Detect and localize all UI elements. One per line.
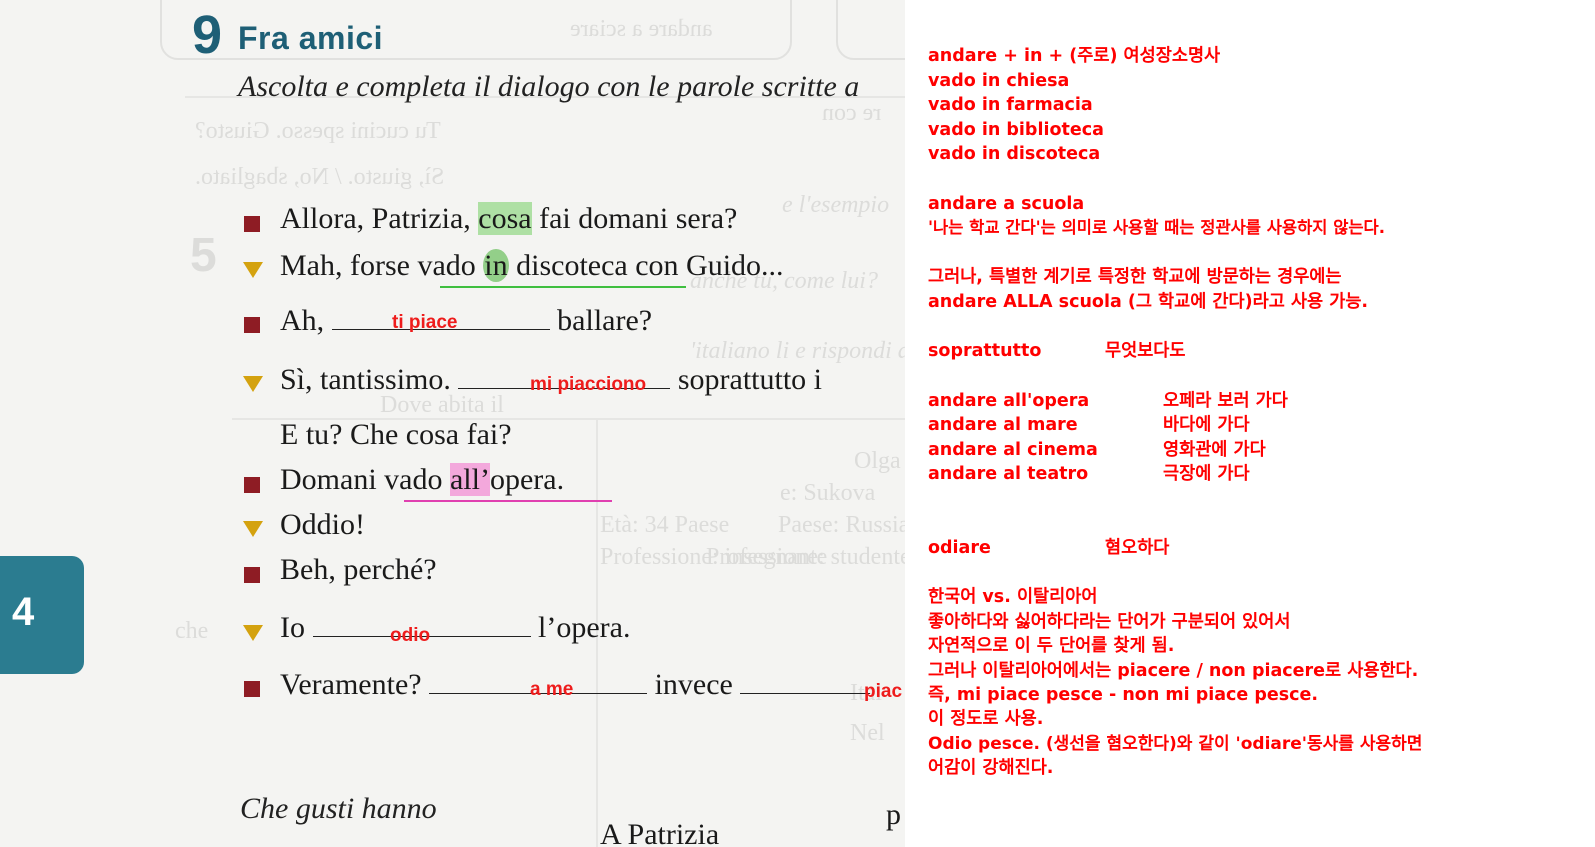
ghost-text: 'italiano li e rispondi alle domande (690, 338, 905, 364)
vocab-definition: 혐오하다 (1105, 538, 1170, 558)
ghost-text: Professione: insegnante (600, 544, 828, 570)
speaker-b-marker (243, 625, 263, 641)
note-line: vado in farmacia (928, 95, 1093, 115)
speaker-a-marker (244, 216, 260, 232)
vocab-definition: 극장에 가다 (1163, 464, 1250, 484)
vocab-term: odiare (928, 538, 991, 558)
speaker-a-marker (244, 567, 260, 583)
vocab-definition: 오페라 보러 가다 (1163, 391, 1288, 411)
note-line: andare a scuola (928, 194, 1085, 214)
vocab-definition: 무엇보다도 (1105, 341, 1186, 361)
ghost-text: che (175, 618, 209, 644)
note-line: andare + in + (주로) 여성장소명사 (928, 46, 1221, 66)
vocab-term: soprattutto (928, 341, 1042, 361)
highlight-all: all’ (449, 463, 490, 496)
dialogue-line: E tu? Che cosa fai? (280, 418, 512, 451)
unit-tab: 4 (0, 556, 84, 674)
speaker-b-marker (243, 376, 263, 392)
section-heading: Che gusti hanno (240, 792, 437, 825)
ghost-text: 5 (190, 229, 217, 282)
answer-mi-piacciono: mi piacciono (530, 374, 647, 395)
exercise-title: Fra amici (238, 20, 384, 56)
notes-panel: andare + in + (주로) 여성장소명사 vado in chiesa… (905, 0, 1595, 847)
note-line: vado in chiesa (928, 71, 1070, 91)
fill-blank (740, 668, 871, 694)
dialogue-line: Io l’opera. (280, 611, 631, 644)
vocab-term: andare al cinema (928, 440, 1098, 460)
exercise-number: 9 (192, 5, 223, 65)
note-line: vado in biblioteca (928, 120, 1104, 140)
dialogue-line: Ah, ballare? (280, 304, 653, 337)
note-line: 좋아하다와 싫어하다라는 단어가 구분되어 있어서 (928, 612, 1291, 632)
note-line: 어감이 강해진다. (928, 758, 1054, 778)
answer-piac: piac (864, 681, 903, 702)
vocab-term: andare al teatro (928, 464, 1089, 484)
vocab-definition: 영화관에 가다 (1163, 440, 1266, 460)
ghost-text: Nel (850, 720, 885, 746)
speaker-a-marker (244, 317, 260, 333)
ghost-text: Sì, giusto. / No, sbagliato. (195, 164, 445, 190)
dialogue-line: Beh, perché? (280, 553, 437, 586)
ghost-text: e: Sukova (780, 480, 876, 506)
note-line: '나는 학교 간다'는 의미로 사용할 때는 정관사를 사용하지 않는다. (928, 218, 1386, 237)
dialogue-line: Domani vado all’opera. (280, 463, 565, 496)
answer-ti-piace: ti piace (392, 312, 458, 333)
note-line: vado in discoteca (928, 144, 1101, 164)
speaker-a-marker (244, 477, 260, 493)
speaker-a-marker (244, 681, 260, 697)
ghost-text: Età: 34 Paese (600, 512, 730, 538)
highlight-cosa: cosa (478, 202, 532, 235)
underline-vado-all-opera (404, 500, 612, 502)
vocab-term: andare all'opera (928, 391, 1090, 411)
dialogue-line: Mah, forse vado in discoteca con Guido..… (280, 249, 784, 282)
ghost-text: e l'esempio (782, 192, 890, 218)
dialogue-line: Veramente? invece (280, 668, 871, 702)
underline-vado-in-discoteca (440, 286, 686, 288)
note-line: 그러나 이탈리아어에서는 piacere / non piacere로 사용한다… (928, 661, 1419, 681)
footer-text: A Patrizia (600, 818, 720, 847)
speaker-b-marker (243, 262, 263, 278)
ghost-text: Paese: Russia (778, 512, 905, 538)
note-line: 한국어 vs. 이탈리아어 (928, 587, 1098, 607)
answer-a-me: a me (530, 679, 574, 700)
note-line: 그러나, 특별한 계기로 특정한 학교에 방문하는 경우에는 (928, 267, 1342, 287)
note-line: 이 정도로 사용. (928, 709, 1044, 729)
answer-odio: odio (390, 625, 431, 646)
textbook-page: andare a sciare Tu cucini spesso. Giusto… (0, 0, 905, 847)
note-line: Odio pesce. (생선을 혐오한다)와 같이 'odiare'동사를 사… (928, 734, 1423, 754)
ghost-box-right (836, 0, 905, 60)
footer-text: p (886, 798, 901, 831)
ghost-text: Tu cucini spesso. Giusto? (195, 118, 441, 144)
speaker-b-marker (243, 521, 263, 537)
ghost-text: Olga (854, 448, 901, 474)
ghost-text: re con (822, 100, 882, 126)
note-line: 자연적으로 이 두 단어를 찾게 됨. (928, 636, 1175, 656)
exercise-instruction: Ascolta e completa il dialogo con le par… (238, 70, 860, 103)
highlight-in: in (483, 249, 509, 282)
dialogue-line: Allora, Patrizia, cosa fai domani sera? (280, 202, 738, 235)
vocab-term: andare al mare (928, 415, 1078, 435)
dialogue-line: Oddio! (280, 508, 365, 541)
unit-number: 4 (12, 590, 35, 634)
note-line: andare ALLA scuola (그 학교에 간다)라고 사용 가능. (928, 292, 1369, 312)
note-line: 즉, mi piace pesce - non mi piace pesce. (928, 685, 1319, 705)
vocab-definition: 바다에 가다 (1163, 415, 1250, 435)
ghost-text: andare a sciare (570, 16, 713, 42)
